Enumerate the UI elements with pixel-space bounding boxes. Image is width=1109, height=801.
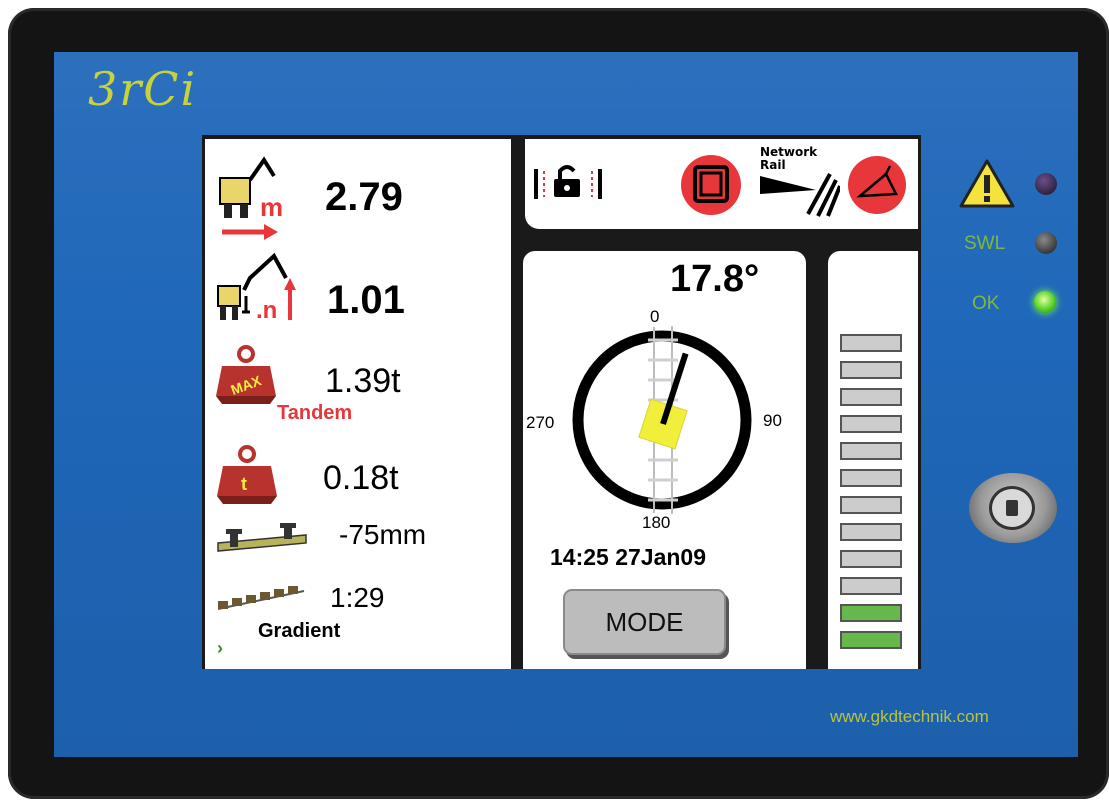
gradient-sleepers-icon [217, 586, 305, 610]
load-bar-segment [840, 631, 902, 649]
dial-tick-right: 90 [763, 411, 782, 431]
load-bar-segment [840, 550, 902, 568]
gradient-value: 1:29 [330, 582, 385, 613]
load-weight-icon: t [217, 445, 277, 504]
cab-stop-icon[interactable] [679, 153, 743, 217]
load-bar-segment [840, 577, 902, 595]
height-value: 1.01 [327, 278, 405, 322]
load-value: 0.18t [323, 459, 399, 497]
load-bar-segment [840, 442, 902, 460]
crane-height-icon: .n [217, 252, 296, 324]
max-load-label: Tandem [277, 402, 353, 424]
load-bar-segment [840, 469, 902, 487]
dial-tick-left: 270 [526, 413, 555, 433]
load-bar-segment [840, 334, 902, 352]
svg-text:.n: .n [256, 297, 277, 324]
warning-led [1035, 173, 1057, 195]
unlock-axle-icon[interactable] [530, 161, 606, 207]
key-lock-icon [989, 486, 1035, 530]
mode-button[interactable]: MODE [563, 589, 726, 655]
warning-icon [959, 159, 1015, 208]
ok-led [1034, 291, 1056, 313]
website-url: www.gkdtechnik.com [830, 707, 989, 726]
max-load-weight-icon: MAX [216, 345, 276, 404]
date-time: 14:25 27Jan09 [550, 544, 707, 570]
load-bar-segment [840, 415, 902, 433]
dial-tick-top: 0 [650, 307, 660, 327]
gradient-label: Gradient [258, 620, 341, 642]
slew-dial [572, 326, 752, 514]
swl-led [1035, 232, 1057, 254]
more-chevron-icon[interactable]: › [217, 638, 223, 659]
brand-logo: 3rCi [88, 62, 198, 116]
network-rail-arrow-icon [760, 173, 840, 217]
dial-tick-bottom: 180 [642, 513, 671, 533]
swl-label: SWL [964, 233, 1006, 254]
jib-stop-icon[interactable] [846, 154, 908, 216]
crane-radius-icon: m [219, 156, 283, 240]
load-bar-segment [840, 388, 902, 406]
radius-value: 2.79 [325, 175, 403, 219]
svg-text:t: t [241, 474, 247, 494]
key-switch[interactable] [969, 473, 1057, 543]
load-bar-segment [840, 496, 902, 514]
load-bar-segment [840, 523, 902, 541]
load-bar-segment [840, 604, 902, 622]
cant-rail-icon [217, 523, 307, 552]
load-bar-segment [840, 361, 902, 379]
cant-value: -75mm [339, 519, 427, 550]
ok-label: OK [972, 293, 1000, 314]
svg-text:m: m [260, 192, 283, 222]
slew-angle-readout: 17.8° [670, 258, 760, 300]
network-rail-logo: Network Rail [760, 146, 840, 218]
network-rail-line2: Rail [760, 158, 786, 172]
max-load-value: 1.39t [325, 362, 401, 400]
